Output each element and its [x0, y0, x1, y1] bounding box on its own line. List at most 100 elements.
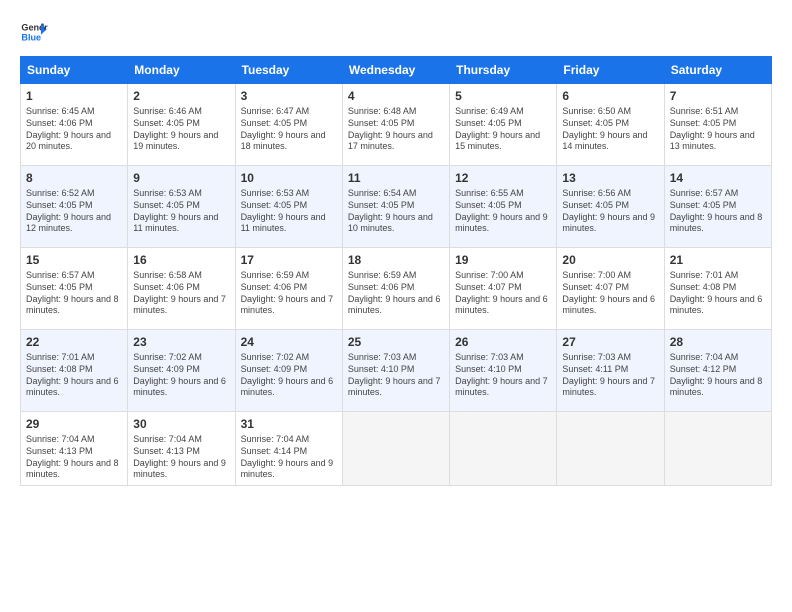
day-detail: Sunrise: 6:45 AMSunset: 4:06 PMDaylight:…: [26, 106, 122, 153]
calendar-cell: 6Sunrise: 6:50 AMSunset: 4:05 PMDaylight…: [557, 84, 664, 166]
header: General Blue: [20, 18, 772, 46]
calendar-cell: 13 Sunrise: 6:56 AMSunset: 4:05 PMDayligh…: [557, 166, 664, 248]
calendar-cell: 23 Sunrise: 7:02 AMSunset: 4:09 PMDayligh…: [128, 330, 235, 412]
day-detail: Sunrise: 7:04 AMSunset: 4:13 PMDaylight:…: [26, 434, 122, 481]
calendar-cell: 12Sunrise: 6:55 AMSunset: 4:05 PMDayligh…: [450, 166, 557, 248]
day-detail: Sunrise: 6:52 AMSunset: 4:05 PMDaylight:…: [26, 188, 122, 235]
logo-icon: General Blue: [20, 18, 48, 46]
calendar-cell: 17 Sunrise: 6:59 AMSunset: 4:06 PMDayligh…: [235, 248, 342, 330]
week-row-1: 1 Sunrise: 6:45 AMSunset: 4:06 PMDaylight…: [21, 84, 772, 166]
day-detail: Sunrise: 6:57 AMSunset: 4:05 PMDaylight:…: [670, 188, 766, 235]
day-number: 31: [241, 416, 337, 432]
day-number: 20: [562, 252, 658, 268]
day-detail: Sunrise: 7:01 AMSunset: 4:08 PMDaylight:…: [670, 270, 766, 317]
day-detail: Sunrise: 7:01 AMSunset: 4:08 PMDaylight:…: [26, 352, 122, 399]
calendar-cell: [557, 412, 664, 486]
day-number: 13: [562, 170, 658, 186]
calendar-cell: 22 Sunrise: 7:01 AMSunset: 4:08 PMDayligh…: [21, 330, 128, 412]
calendar-cell: 20 Sunrise: 7:00 AMSunset: 4:07 PMDayligh…: [557, 248, 664, 330]
day-number: 5: [455, 88, 551, 104]
calendar-cell: [450, 412, 557, 486]
day-number: 18: [348, 252, 444, 268]
day-detail: Sunrise: 6:59 AMSunset: 4:06 PMDaylight:…: [241, 270, 337, 317]
day-detail: Sunrise: 6:53 AMSunset: 4:05 PMDaylight:…: [241, 188, 337, 235]
calendar-cell: 15 Sunrise: 6:57 AMSunset: 4:05 PMDayligh…: [21, 248, 128, 330]
day-detail: Sunrise: 7:00 AMSunset: 4:07 PMDaylight:…: [455, 270, 551, 317]
day-number: 10: [241, 170, 337, 186]
calendar-cell: 1 Sunrise: 6:45 AMSunset: 4:06 PMDaylight…: [21, 84, 128, 166]
day-detail: Sunrise: 6:51 AMSunset: 4:05 PMDaylight:…: [670, 106, 766, 153]
week-row-2: 8 Sunrise: 6:52 AMSunset: 4:05 PMDaylight…: [21, 166, 772, 248]
day-number: 22: [26, 334, 122, 350]
day-detail: Sunrise: 7:04 AMSunset: 4:14 PMDaylight:…: [241, 434, 337, 481]
calendar-cell: 21 Sunrise: 7:01 AMSunset: 4:08 PMDayligh…: [664, 248, 771, 330]
weekday-header-saturday: Saturday: [664, 57, 771, 84]
day-number: 28: [670, 334, 766, 350]
day-number: 19: [455, 252, 551, 268]
page: General Blue SundayMondayTuesdayWednesda…: [0, 0, 792, 612]
day-number: 27: [562, 334, 658, 350]
day-detail: Sunrise: 6:56 AMSunset: 4:05 PMDaylight:…: [562, 188, 658, 235]
calendar-cell: 19 Sunrise: 7:00 AMSunset: 4:07 PMDayligh…: [450, 248, 557, 330]
calendar-cell: 7 Sunrise: 6:51 AMSunset: 4:05 PMDaylight…: [664, 84, 771, 166]
logo: General Blue: [20, 18, 48, 46]
calendar-cell: [342, 412, 449, 486]
day-detail: Sunrise: 6:46 AMSunset: 4:05 PMDaylight:…: [133, 106, 229, 153]
svg-text:Blue: Blue: [21, 32, 41, 42]
day-detail: Sunrise: 6:50 AMSunset: 4:05 PMDaylight:…: [562, 106, 658, 153]
day-number: 4: [348, 88, 444, 104]
day-detail: Sunrise: 7:02 AMSunset: 4:09 PMDaylight:…: [241, 352, 337, 399]
day-number: 15: [26, 252, 122, 268]
calendar-cell: 28Sunrise: 7:04 AMSunset: 4:12 PMDayligh…: [664, 330, 771, 412]
weekday-header-thursday: Thursday: [450, 57, 557, 84]
calendar-cell: 26 Sunrise: 7:03 AMSunset: 4:10 PMDayligh…: [450, 330, 557, 412]
day-number: 11: [348, 170, 444, 186]
day-detail: Sunrise: 6:47 AMSunset: 4:05 PMDaylight:…: [241, 106, 337, 153]
calendar-cell: 3 Sunrise: 6:47 AMSunset: 4:05 PMDaylight…: [235, 84, 342, 166]
day-detail: Sunrise: 7:03 AMSunset: 4:11 PMDaylight:…: [562, 352, 658, 399]
day-detail: Sunrise: 7:04 AMSunset: 4:13 PMDaylight:…: [133, 434, 229, 481]
day-number: 29: [26, 416, 122, 432]
calendar-cell: 29 Sunrise: 7:04 AMSunset: 4:13 PMDayligh…: [21, 412, 128, 486]
day-number: 30: [133, 416, 229, 432]
calendar-cell: [664, 412, 771, 486]
weekday-header-sunday: Sunday: [21, 57, 128, 84]
day-number: 25: [348, 334, 444, 350]
week-row-3: 15 Sunrise: 6:57 AMSunset: 4:05 PMDayligh…: [21, 248, 772, 330]
calendar-cell: 11Sunrise: 6:54 AMSunset: 4:05 PMDayligh…: [342, 166, 449, 248]
day-number: 24: [241, 334, 337, 350]
day-number: 1: [26, 88, 122, 104]
day-number: 14: [670, 170, 766, 186]
calendar-cell: 24 Sunrise: 7:02 AMSunset: 4:09 PMDayligh…: [235, 330, 342, 412]
day-detail: Sunrise: 6:53 AMSunset: 4:05 PMDaylight:…: [133, 188, 229, 235]
weekday-header-wednesday: Wednesday: [342, 57, 449, 84]
calendar-cell: 18 Sunrise: 6:59 AMSunset: 4:06 PMDayligh…: [342, 248, 449, 330]
calendar-cell: 16Sunrise: 6:58 AMSunset: 4:06 PMDayligh…: [128, 248, 235, 330]
day-detail: Sunrise: 6:48 AMSunset: 4:05 PMDaylight:…: [348, 106, 444, 153]
calendar-cell: 9 Sunrise: 6:53 AMSunset: 4:05 PMDaylight…: [128, 166, 235, 248]
day-number: 3: [241, 88, 337, 104]
day-detail: Sunrise: 7:00 AMSunset: 4:07 PMDaylight:…: [562, 270, 658, 317]
day-number: 7: [670, 88, 766, 104]
week-row-5: 29 Sunrise: 7:04 AMSunset: 4:13 PMDayligh…: [21, 412, 772, 486]
calendar-cell: 30 Sunrise: 7:04 AMSunset: 4:13 PMDayligh…: [128, 412, 235, 486]
weekday-header-row: SundayMondayTuesdayWednesdayThursdayFrid…: [21, 57, 772, 84]
day-number: 9: [133, 170, 229, 186]
day-detail: Sunrise: 6:58 AMSunset: 4:06 PMDaylight:…: [133, 270, 229, 317]
day-number: 2: [133, 88, 229, 104]
day-number: 12: [455, 170, 551, 186]
calendar-cell: 31 Sunrise: 7:04 AMSunset: 4:14 PMDayligh…: [235, 412, 342, 486]
calendar-cell: 27 Sunrise: 7:03 AMSunset: 4:11 PMDayligh…: [557, 330, 664, 412]
day-number: 17: [241, 252, 337, 268]
weekday-header-friday: Friday: [557, 57, 664, 84]
day-detail: Sunrise: 6:57 AMSunset: 4:05 PMDaylight:…: [26, 270, 122, 317]
day-number: 26: [455, 334, 551, 350]
calendar-cell: 14 Sunrise: 6:57 AMSunset: 4:05 PMDayligh…: [664, 166, 771, 248]
day-detail: Sunrise: 7:03 AMSunset: 4:10 PMDaylight:…: [455, 352, 551, 399]
calendar-cell: 10 Sunrise: 6:53 AMSunset: 4:05 PMDayligh…: [235, 166, 342, 248]
day-number: 21: [670, 252, 766, 268]
day-detail: Sunrise: 7:02 AMSunset: 4:09 PMDaylight:…: [133, 352, 229, 399]
day-detail: Sunrise: 6:59 AMSunset: 4:06 PMDaylight:…: [348, 270, 444, 317]
day-number: 23: [133, 334, 229, 350]
day-number: 8: [26, 170, 122, 186]
